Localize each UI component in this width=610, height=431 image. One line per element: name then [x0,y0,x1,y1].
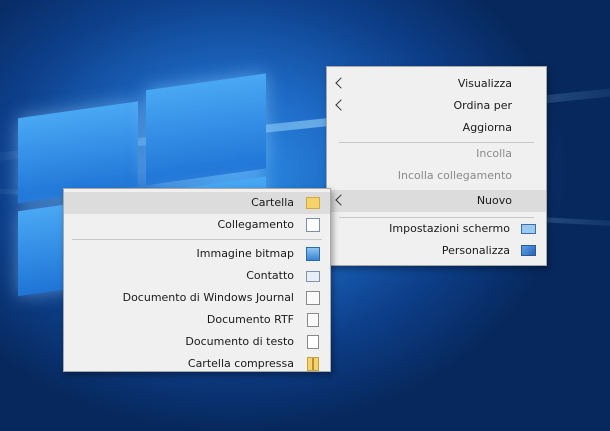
menu-item-label: Documento RTF [206,313,294,326]
menu-item-paste: Incolla [327,143,546,165]
display-icon [521,224,536,234]
personalize-icon [521,245,536,256]
menu-item-new[interactable]: Nuovo [327,190,546,212]
menu-item-label: Incolla [476,147,512,160]
folder-icon [306,197,320,209]
rtf-icon [307,313,319,327]
submenu-item-journal[interactable]: Documento di Windows Journal [64,287,330,309]
menu-item-label: Cartella [251,196,294,209]
submenu-item-folder[interactable]: Cartella [64,192,330,214]
menu-item-label: Incolla collegamento [397,169,512,182]
menu-item-label: Contatto [246,269,294,282]
menu-item-label: Documento di testo [185,335,294,348]
menu-item-label: Aggiorna [462,121,512,134]
contact-icon [306,271,320,282]
submenu-item-text-document[interactable]: Documento di testo [64,331,330,353]
menu-item-label: Visualizza [457,77,512,90]
chevron-left-icon [335,194,347,206]
menu-item-label: Personalizza [441,244,510,257]
new-submenu: Cartella Collegamento Immagine bitmap Co… [63,188,331,372]
menu-item-sort-by[interactable]: Ordina per [327,95,546,117]
menu-item-refresh[interactable]: Aggiorna [327,117,546,139]
menu-item-label: Immagine bitmap [196,247,294,260]
desktop-context-menu: Visualizza Ordina per Aggiorna Incolla I… [326,66,547,266]
logo-pane [146,73,266,186]
menu-item-display-settings[interactable]: Impostazioni schermo [327,218,546,240]
zip-folder-icon [307,357,319,371]
menu-separator [72,239,322,240]
menu-item-label: Nuovo [476,194,512,207]
menu-item-label: Cartella compressa [187,357,294,370]
submenu-item-rtf[interactable]: Documento RTF [64,309,330,331]
chevron-left-icon [335,77,347,89]
menu-item-label: Impostazioni schermo [389,222,510,235]
menu-item-label: Collegamento [217,218,294,231]
text-document-icon [307,335,319,349]
menu-item-view[interactable]: Visualizza [327,73,546,95]
journal-icon [306,291,320,305]
submenu-item-compressed-folder[interactable]: Cartella compressa [64,353,330,375]
bitmap-icon [306,247,320,261]
shortcut-icon [306,218,320,232]
submenu-item-bitmap[interactable]: Immagine bitmap [64,243,330,265]
submenu-item-contact[interactable]: Contatto [64,265,330,287]
menu-item-paste-shortcut: Incolla collegamento [327,165,546,187]
menu-item-label: Documento di Windows Journal [122,291,294,304]
menu-item-label: Ordina per [453,99,512,112]
submenu-item-shortcut[interactable]: Collegamento [64,214,330,236]
chevron-left-icon [335,99,347,111]
menu-item-personalize[interactable]: Personalizza [327,240,546,262]
